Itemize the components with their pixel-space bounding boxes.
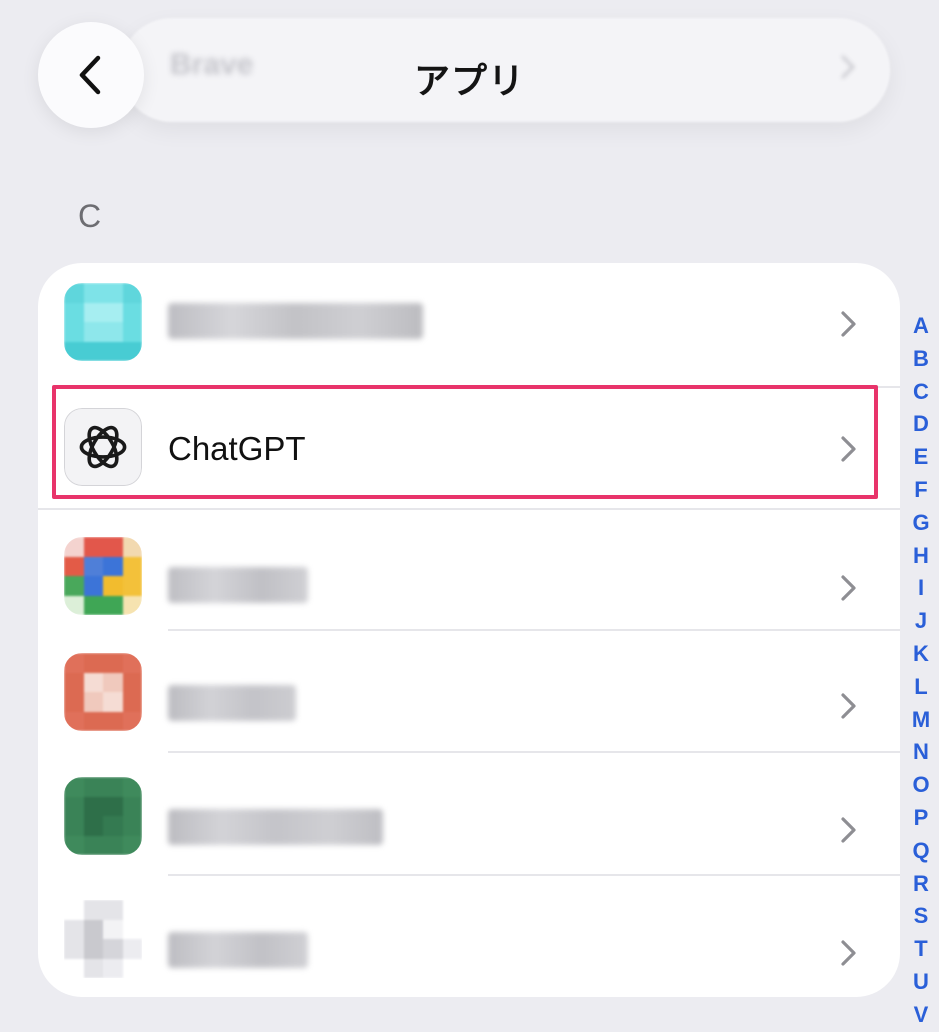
list-item-app-blurred-3[interactable] <box>38 631 900 754</box>
chevron-right-icon <box>841 311 856 337</box>
list-item-app-blurred-1[interactable] <box>38 263 900 386</box>
section-header: C <box>78 198 102 234</box>
index-letter-m[interactable]: M <box>912 704 930 737</box>
index-letter-d[interactable]: D <box>913 408 929 441</box>
index-letter-s[interactable]: S <box>914 900 929 933</box>
blurred-app-name <box>168 685 296 721</box>
page-title: アプリ <box>413 60 525 101</box>
index-letter-b[interactable]: B <box>913 343 929 376</box>
index-letter-r[interactable]: R <box>913 868 929 901</box>
app-name: ChatGPT <box>168 430 306 467</box>
index-letter-g[interactable]: G <box>912 507 929 540</box>
list-item-app-blurred-2[interactable] <box>38 509 900 632</box>
blurred-app-icon <box>64 900 142 978</box>
chevron-right-icon <box>841 817 856 843</box>
blurred-app-icon <box>64 283 142 361</box>
index-letter-u[interactable]: U <box>913 966 929 999</box>
chatgpt-app-icon <box>64 408 142 486</box>
list-item-chatgpt[interactable]: ChatGPT <box>38 386 900 509</box>
openai-logo-icon <box>79 425 127 469</box>
blurred-app-icon <box>64 537 142 615</box>
chevron-right-icon <box>841 436 856 462</box>
index-letter-t[interactable]: T <box>914 933 927 966</box>
index-letter-v[interactable]: V <box>914 999 929 1032</box>
app-list: ChatGPT <box>38 263 900 997</box>
index-letter-o[interactable]: O <box>912 769 929 802</box>
index-letter-j[interactable]: J <box>915 605 927 638</box>
index-letter-e[interactable]: E <box>914 441 929 474</box>
index-letter-i[interactable]: I <box>918 572 924 605</box>
blurred-app-name <box>168 303 423 339</box>
chevron-right-icon <box>841 575 856 601</box>
chevron-right-icon <box>841 940 856 966</box>
index-letter-a[interactable]: A <box>913 310 929 343</box>
blurred-app-icon <box>64 777 142 855</box>
index-letter-k[interactable]: K <box>913 638 929 671</box>
list-item-app-blurred-4[interactable] <box>38 753 900 876</box>
chevron-right-icon <box>841 693 856 719</box>
index-letter-p[interactable]: P <box>914 802 929 835</box>
index-letter-q[interactable]: Q <box>912 835 929 868</box>
index-letter-l[interactable]: L <box>914 671 927 704</box>
blurred-app-name <box>168 932 308 968</box>
list-item-app-blurred-5[interactable] <box>38 876 900 997</box>
section-index[interactable]: ABCDEFGHIJKLMNOPQRSTUV <box>904 310 938 1032</box>
index-letter-h[interactable]: H <box>913 540 929 573</box>
index-letter-n[interactable]: N <box>913 736 929 769</box>
blurred-app-name <box>168 567 308 603</box>
blurred-app-name <box>168 809 383 845</box>
index-letter-c[interactable]: C <box>913 376 929 409</box>
index-letter-f[interactable]: F <box>914 474 927 507</box>
blurred-app-icon <box>64 653 142 731</box>
